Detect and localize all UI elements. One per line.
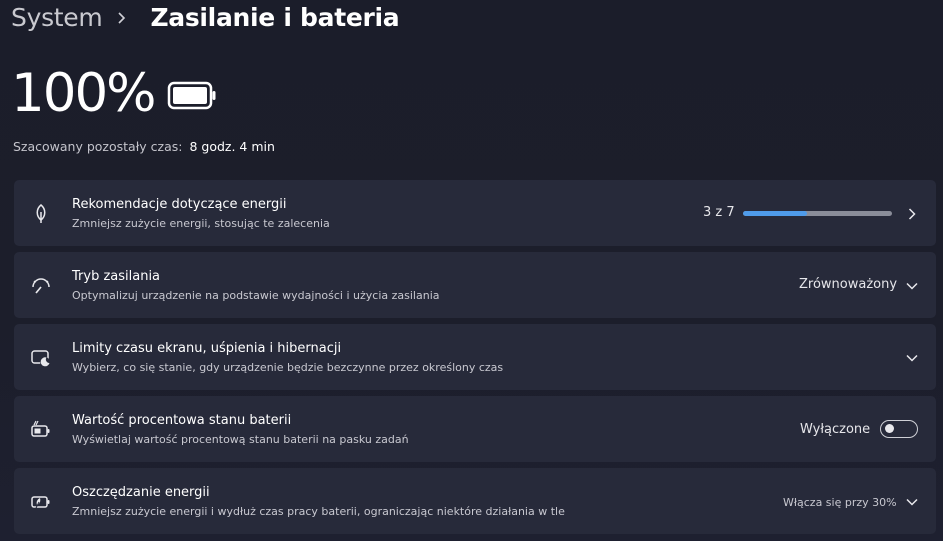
chevron-right-icon bbox=[110, 7, 140, 27]
card-title: Oszczędzanie energii bbox=[72, 485, 210, 500]
screen-sleep-icon bbox=[30, 347, 52, 369]
card-description: Optymalizuj urządzenie na podstawie wyda… bbox=[72, 289, 440, 302]
power-mode-card[interactable]: Tryb zasilania Optymalizuj urządzenie na… bbox=[14, 252, 936, 318]
toggle-knob bbox=[885, 424, 894, 433]
breadcrumb-parent-system[interactable]: System bbox=[11, 3, 103, 32]
energy-saver-icon bbox=[30, 491, 52, 513]
card-description: Wyświetlaj wartość procentową stanu bate… bbox=[72, 433, 409, 446]
card-title: Rekomendacje dotyczące energii bbox=[72, 197, 287, 212]
battery-percent: 100% bbox=[11, 63, 157, 124]
battery-percentage-icon bbox=[30, 419, 52, 441]
screen-sleep-timeouts-card[interactable]: Limity czasu ekranu, uśpienia i hibernac… bbox=[14, 324, 936, 390]
chevron-down-icon bbox=[905, 494, 919, 508]
chevron-down-icon bbox=[905, 278, 919, 292]
power-mode-select[interactable]: Zrównoważony bbox=[799, 277, 897, 292]
power-mode-gauge-icon bbox=[30, 275, 52, 297]
toggle-state-label: Wyłączone bbox=[800, 422, 871, 437]
chevron-right-icon bbox=[905, 206, 919, 220]
chevron-down-icon bbox=[905, 350, 919, 364]
progress-fill bbox=[743, 211, 808, 216]
recommendations-progress-text: 3 z 7 bbox=[703, 205, 735, 220]
card-title: Wartość procentowa stanu baterii bbox=[72, 413, 292, 428]
card-description: Zmniejsz zużycie energii, stosując te za… bbox=[72, 217, 330, 230]
battery-percentage-toggle[interactable] bbox=[880, 420, 918, 438]
estimated-time-label: Szacowany pozostały czas: bbox=[13, 139, 183, 154]
leaf-icon bbox=[30, 203, 52, 225]
page-title: Zasilanie i bateria bbox=[150, 2, 400, 32]
estimated-time-value: 8 godz. 4 min bbox=[189, 139, 275, 154]
battery-full-icon bbox=[167, 81, 217, 115]
energy-saver-threshold: Włącza się przy 30% bbox=[783, 496, 897, 509]
card-description: Wybierz, co się stanie, gdy urządzenie b… bbox=[72, 361, 504, 374]
recommendations-progress-bar bbox=[743, 211, 892, 216]
estimated-time: Szacowany pozostały czas: 8 godz. 4 min bbox=[13, 139, 275, 154]
battery-percentage-card: Wartość procentowa stanu baterii Wyświet… bbox=[14, 396, 936, 462]
card-title: Tryb zasilania bbox=[72, 269, 161, 284]
energy-recommendations-card[interactable]: Rekomendacje dotyczące energii Zmniejsz … bbox=[14, 180, 936, 246]
energy-saver-card[interactable]: Oszczędzanie energii Zmniejsz zużycie en… bbox=[14, 468, 936, 534]
card-description: Zmniejsz zużycie energii i wydłuż czas p… bbox=[72, 505, 565, 518]
breadcrumb: System Zasilanie i bateria bbox=[11, 0, 400, 36]
card-title: Limity czasu ekranu, uśpienia i hibernac… bbox=[72, 341, 342, 356]
